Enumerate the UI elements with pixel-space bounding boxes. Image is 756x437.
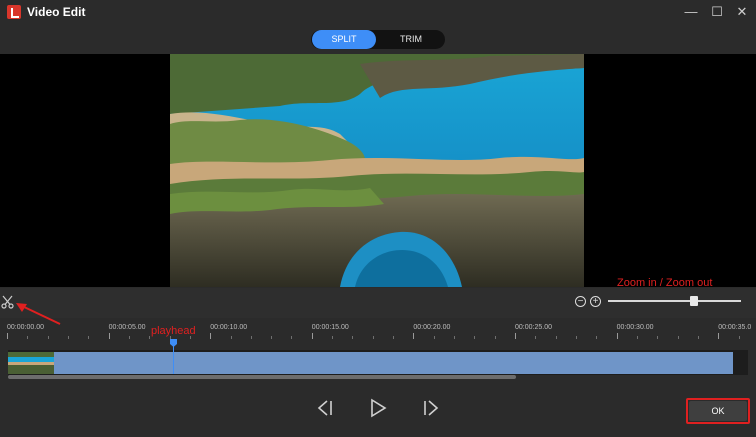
tick-mark (697, 336, 699, 339)
zoom-annotation: Zoom in / Zoom out (617, 277, 713, 289)
video-clip[interactable] (8, 352, 733, 374)
playhead-line (173, 346, 174, 374)
ok-button[interactable]: OK (689, 401, 747, 421)
tick-mark (352, 336, 354, 339)
tick-mark (636, 336, 638, 339)
tick-label: 00:00:15.00 (311, 324, 349, 331)
tick-mark (67, 336, 69, 339)
tick-label: 00:00:35.0 (718, 324, 752, 331)
tick-mark (596, 336, 598, 339)
timeline-scrollbar[interactable] (8, 375, 516, 379)
tick-mark (494, 336, 496, 339)
tick-mark (311, 333, 313, 339)
tick-mark (332, 336, 334, 339)
tick-mark (250, 336, 252, 339)
app-logo-icon (7, 5, 21, 19)
tick-mark (575, 336, 577, 339)
playhead-annotation: playhead (151, 325, 196, 337)
tick-mark (555, 336, 557, 339)
tick-mark (433, 336, 435, 339)
mode-toggle: SPLIT TRIM (311, 30, 445, 49)
tick-mark (108, 333, 110, 339)
tick-mark (7, 333, 8, 339)
tick-label: 00:00:25.00 (515, 324, 552, 331)
zoom-slider-handle[interactable] (690, 296, 698, 306)
tick-mark (515, 333, 516, 339)
tab-trim[interactable]: TRIM (379, 30, 443, 49)
tick-mark (738, 336, 740, 339)
tick-mark (291, 336, 293, 339)
window-title: Video Edit (27, 5, 86, 19)
tick-mark (718, 333, 720, 339)
previous-frame-button[interactable] (317, 398, 337, 418)
tick-mark (393, 336, 395, 339)
title-bar (0, 0, 756, 25)
tab-split[interactable]: SPLIT (312, 30, 376, 49)
tick-label: 00:00:30.00 (616, 324, 654, 331)
tick-mark (535, 336, 537, 339)
clip-thumbnail (8, 352, 54, 374)
maximize-button[interactable]: ☐ (707, 2, 727, 22)
tick-mark (230, 336, 232, 339)
play-button[interactable] (368, 398, 388, 418)
video-preview (0, 54, 756, 287)
minimize-button[interactable]: — (681, 2, 701, 22)
coastline-image (170, 54, 584, 287)
tick-label: 00:00:10.00 (210, 324, 248, 331)
tick-mark (128, 336, 130, 339)
tick-mark (413, 333, 415, 339)
tick-mark (210, 333, 212, 339)
close-button[interactable]: ✕ (732, 2, 752, 22)
next-frame-button[interactable] (419, 398, 439, 418)
tick-label: 00:00:20.00 (413, 324, 451, 331)
zoom-slider-track[interactable] (608, 300, 741, 302)
tick-mark (474, 336, 476, 339)
scissors-icon[interactable] (1, 295, 15, 309)
zoom-in-button[interactable]: + (590, 296, 601, 307)
tick-mark (27, 336, 29, 339)
tick-mark (454, 336, 456, 339)
tick-mark (677, 336, 679, 339)
tick-mark (657, 336, 659, 339)
zoom-out-button[interactable]: − (575, 296, 586, 307)
tick-label: 00:00:05.00 (108, 324, 146, 331)
tick-mark (47, 336, 49, 339)
tick-mark (616, 333, 618, 339)
timeline-ruler[interactable] (0, 318, 756, 346)
tick-mark (372, 336, 374, 339)
annotation-arrow (16, 303, 61, 325)
video-frame (170, 54, 584, 287)
timeline-toolbar (0, 288, 756, 318)
tick-mark (88, 336, 90, 339)
tick-mark (271, 336, 273, 339)
